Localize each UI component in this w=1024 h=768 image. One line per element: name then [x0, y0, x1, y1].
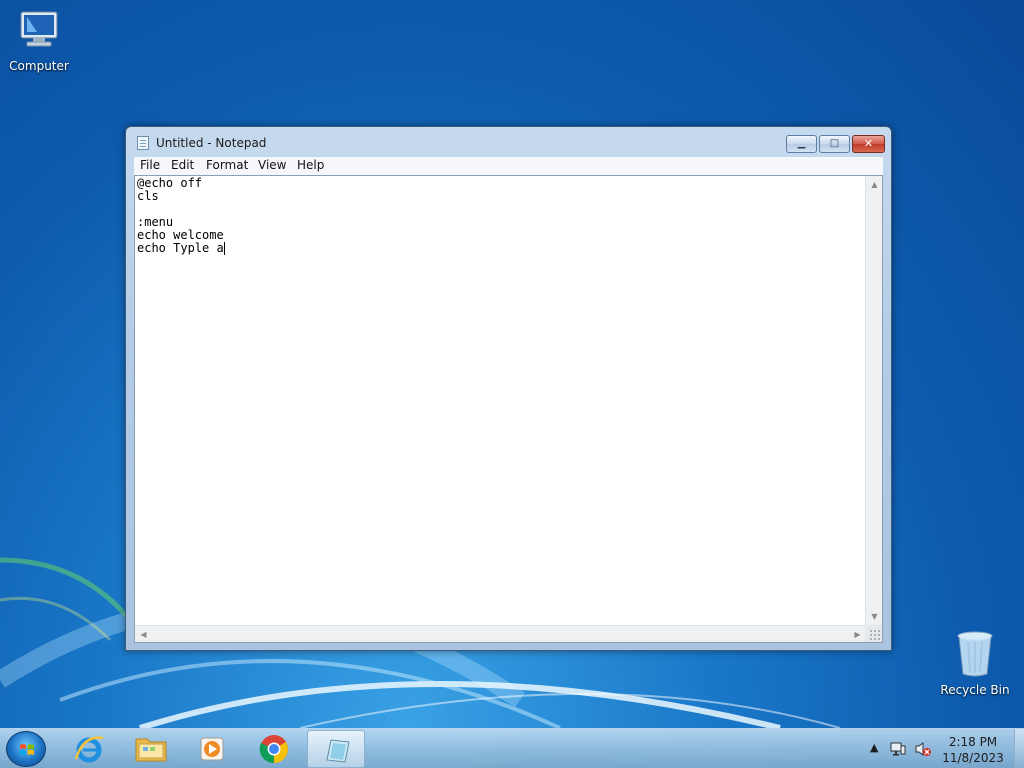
start-button[interactable] — [6, 731, 46, 767]
scroll-up-arrow-icon[interactable]: ▲ — [866, 176, 883, 193]
menu-edit[interactable]: Edit — [171, 158, 194, 172]
menu-file[interactable]: File — [140, 158, 160, 172]
show-hidden-icons-arrow-icon[interactable]: ▲ — [870, 741, 878, 754]
desktop-icon-computer[interactable]: Computer — [0, 8, 78, 73]
computer-icon — [20, 11, 58, 47]
text-line: :menu — [137, 215, 174, 229]
folder-icon — [135, 738, 167, 762]
notepad-window[interactable]: Untitled - Notepad ▁ □ ✕ File Edit Forma… — [125, 126, 892, 651]
taskbar-clock[interactable]: 2:18 PM 11/8/2023 — [940, 734, 1006, 766]
text-line: echo welcome — [137, 228, 224, 242]
taskbar: ▲ 2:18 PM 11/8/2023 — [0, 728, 1024, 768]
vertical-scrollbar[interactable]: ▲ ▼ — [865, 176, 882, 625]
taskbar-windows-explorer[interactable] — [121, 730, 179, 768]
show-desktop-button[interactable] — [1014, 729, 1024, 768]
taskbar-notepad[interactable] — [307, 730, 365, 768]
clock-date: 11/8/2023 — [942, 751, 1004, 765]
media-player-icon — [200, 737, 224, 761]
menu-bar: File Edit Format View Help — [134, 157, 883, 175]
menu-format[interactable]: Format — [206, 158, 248, 172]
scroll-left-arrow-icon[interactable]: ◀ — [135, 626, 152, 643]
taskbar-media-player[interactable] — [183, 730, 241, 768]
clock-time: 2:18 PM — [948, 735, 998, 749]
notepad-icon — [137, 136, 149, 150]
current-line-text: echo Typle a — [137, 241, 224, 255]
menu-view[interactable]: View — [258, 158, 286, 172]
desktop-icon-label: Computer — [9, 59, 69, 73]
text-area[interactable]: @echo offcls​:menuecho welcomeecho Typle… — [137, 177, 865, 623]
maximize-button[interactable]: □ — [819, 135, 850, 153]
network-icon[interactable] — [890, 741, 906, 757]
notepad-icon — [326, 739, 350, 763]
text-editor[interactable]: @echo offcls​:menuecho welcomeecho Typle… — [134, 175, 883, 643]
minimize-button[interactable]: ▁ — [786, 135, 817, 153]
close-button[interactable]: ✕ — [852, 135, 885, 153]
menu-help[interactable]: Help — [297, 158, 324, 172]
recycle-bin-icon — [957, 631, 993, 677]
desktop-icon-recycle-bin[interactable]: Recycle Bin — [936, 630, 1014, 697]
window-title: Untitled - Notepad — [156, 136, 267, 150]
desktop-icon-label: Recycle Bin — [940, 683, 1010, 697]
size-grip[interactable] — [865, 625, 882, 642]
text-line-current: echo Typle a — [137, 242, 865, 255]
horizontal-scrollbar[interactable]: ◀ ▶ — [135, 625, 866, 642]
volume-muted-icon[interactable] — [914, 741, 932, 757]
taskbar-internet-explorer[interactable] — [60, 730, 118, 768]
title-bar[interactable]: Untitled - Notepad ▁ □ ✕ — [126, 127, 891, 157]
windows-logo-icon — [20, 744, 34, 755]
text-line: ​ — [137, 203, 865, 216]
scroll-right-arrow-icon[interactable]: ▶ — [849, 626, 866, 643]
grip-icon — [869, 629, 881, 641]
taskbar-chrome[interactable] — [245, 730, 303, 768]
text-line: @echo off — [137, 177, 203, 190]
chrome-icon — [259, 735, 288, 764]
text-caret — [223, 242, 225, 255]
text-line: cls — [137, 189, 159, 203]
scroll-down-arrow-icon[interactable]: ▼ — [866, 608, 883, 625]
ie-icon — [74, 736, 104, 763]
